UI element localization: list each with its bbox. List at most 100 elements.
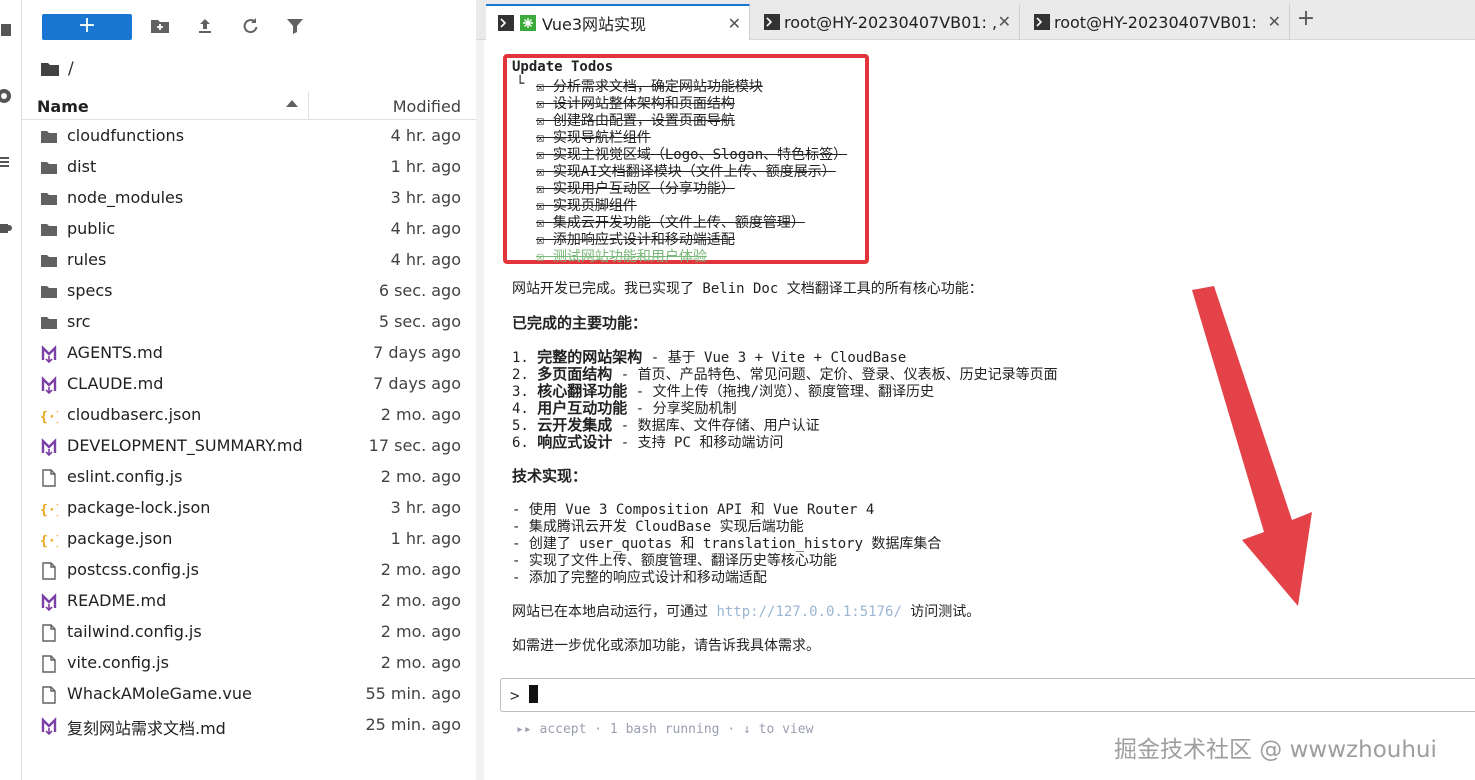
- feature-desc: - 支持 PC 和移动端访问: [612, 435, 784, 451]
- breadcrumb-path[interactable]: /: [68, 59, 74, 79]
- new-folder-icon[interactable]: [150, 16, 170, 36]
- file-row[interactable]: tailwind.config.js 2 mo. ago: [22, 617, 476, 648]
- sort-ascending-icon[interactable]: [286, 100, 298, 107]
- markdown-icon: [40, 593, 58, 612]
- file-modified: 25 min. ago: [365, 715, 461, 734]
- summary-text: 网站开发已完成。我已实现了 Belin Doc 文档翻译工具的所有核心功能：: [512, 281, 983, 297]
- text-cursor: [529, 685, 538, 703]
- file-browser: + / Name Modified cloudfunctions 4 hr. a…: [22, 0, 486, 780]
- feature-title: 响应式设计: [537, 433, 613, 451]
- file-modified: 5 sec. ago: [378, 312, 461, 331]
- file-row[interactable]: eslint.config.js 2 mo. ago: [22, 462, 476, 493]
- file-row[interactable]: README.md 2 mo. ago: [22, 586, 476, 617]
- tab-vue3[interactable]: Vue3网站实现 ✕: [486, 4, 750, 40]
- todo-title: Update Todos: [512, 59, 614, 75]
- file-row[interactable]: public 4 hr. ago: [22, 214, 476, 245]
- refresh-icon[interactable]: [240, 16, 260, 36]
- add-tab-icon[interactable]: +: [1294, 8, 1318, 32]
- file-row[interactable]: vite.config.js 2 mo. ago: [22, 648, 476, 679]
- file-name: DEVELOPMENT_SUMMARY.md: [67, 436, 303, 455]
- json-icon: {·}: [40, 407, 63, 425]
- commands-icon[interactable]: [0, 154, 14, 170]
- folder-icon: [40, 190, 58, 208]
- features-title-line: 已完成的主要功能：: [512, 312, 647, 333]
- close-icon[interactable]: ✕: [998, 12, 1011, 31]
- watermark: 掘金技术社区 @ wwwzhouhui: [1114, 737, 1437, 763]
- folder-icon: [40, 314, 58, 332]
- modified-column-header[interactable]: Modified: [393, 97, 461, 116]
- tech-title-line: 技术实现：: [512, 465, 587, 486]
- file-modified: 1 hr. ago: [390, 157, 461, 176]
- upload-icon[interactable]: [195, 16, 215, 36]
- tab-root-1[interactable]: root@HY-20230407VB01: , ✕: [752, 4, 1020, 40]
- json-icon: {·}: [40, 531, 63, 549]
- file-row[interactable]: AGENTS.md 7 days ago: [22, 338, 476, 369]
- file-name: src: [67, 312, 91, 331]
- file-name: README.md: [67, 591, 167, 610]
- local-url-link[interactable]: http://127.0.0.1:5176/: [716, 604, 901, 620]
- file-modified: 3 hr. ago: [390, 498, 461, 517]
- file-row[interactable]: postcss.config.js 2 mo. ago: [22, 555, 476, 586]
- tech-title: 技术实现：: [512, 467, 588, 485]
- file-modified: 4 hr. ago: [390, 126, 461, 145]
- name-column-header[interactable]: Name: [37, 97, 89, 116]
- folder-icon: [40, 283, 58, 301]
- todo-title-line: Update Todos: [512, 59, 613, 75]
- prompt-input[interactable]: >: [500, 678, 1475, 712]
- new-launcher-button[interactable]: +: [42, 14, 132, 40]
- file-name: 复刻网站需求文档.md: [67, 719, 226, 738]
- file-name: public: [67, 219, 116, 238]
- file-name: package.json: [67, 529, 173, 548]
- close-icon[interactable]: ✕: [728, 14, 741, 33]
- file-row[interactable]: WhackAMoleGame.vue 55 min. ago: [22, 679, 476, 710]
- tech-line: - 添加了完整的响应式设计和移动端适配: [512, 567, 767, 587]
- file-name: eslint.config.js: [67, 467, 183, 486]
- prompt-symbol: >: [510, 686, 520, 705]
- extensions-icon[interactable]: [0, 220, 14, 236]
- file-row[interactable]: src 5 sec. ago: [22, 307, 476, 338]
- file-row[interactable]: specs 6 sec. ago: [22, 276, 476, 307]
- terminal-output[interactable]: > ▸▸ accept · 1 bash running · ↓ to view…: [484, 40, 1475, 780]
- file-row[interactable]: {·} package-lock.json 3 hr. ago: [22, 493, 476, 524]
- file-modified: 7 days ago: [373, 374, 461, 393]
- folder-icon: [40, 221, 58, 239]
- file-row[interactable]: dist 1 hr. ago: [22, 152, 476, 183]
- file-list-header: Name Modified: [22, 92, 476, 120]
- file-modified: 6 sec. ago: [378, 281, 461, 300]
- todo-tree-prefix: └: [516, 76, 525, 92]
- file-row[interactable]: DEVELOPMENT_SUMMARY.md 17 sec. ago: [22, 431, 476, 462]
- filter-icon[interactable]: [285, 16, 305, 36]
- file-modified: 3 hr. ago: [390, 188, 461, 207]
- file-name: cloudbaserc.json: [67, 405, 202, 424]
- status-line: ▸▸ accept · 1 bash running · ↓ to view: [516, 722, 814, 737]
- file-row[interactable]: CLAUDE.md 7 days ago: [22, 369, 476, 400]
- file-row[interactable]: cloudfunctions 4 hr. ago: [22, 121, 476, 152]
- file-row[interactable]: node_modules 3 hr. ago: [22, 183, 476, 214]
- file-row[interactable]: 复刻网站需求文档.md 25 min. ago: [22, 710, 476, 741]
- running-icon[interactable]: [0, 88, 14, 104]
- closing-line: 如需进一步优化或添加功能，请告诉我具体需求。: [512, 635, 820, 655]
- file-row[interactable]: rules 4 hr. ago: [22, 245, 476, 276]
- file-name: CLAUDE.md: [67, 374, 164, 393]
- root-folder-icon[interactable]: [40, 61, 60, 77]
- tab-root-2[interactable]: root@HY-20230407VB01: ✕: [1022, 4, 1290, 40]
- main-panel: Vue3网站实现 ✕ root@HY-20230407VB01: , ✕ roo…: [476, 0, 1475, 780]
- close-icon[interactable]: ✕: [1268, 12, 1281, 31]
- file-row[interactable]: {·} package.json 1 hr. ago: [22, 524, 476, 555]
- activity-bar: [0, 0, 22, 780]
- terminal-icon: [498, 15, 514, 31]
- file-icon: [40, 686, 58, 704]
- tab-label: Vue3网站实现: [542, 15, 647, 34]
- file-name: tailwind.config.js: [67, 622, 202, 641]
- feature-line: 6. 响应式设计 - 支持 PC 和移动端访问: [512, 431, 783, 452]
- file-list: cloudfunctions 4 hr. ago dist 1 hr. ago node…: [22, 121, 476, 741]
- files-icon[interactable]: [0, 22, 14, 38]
- file-modified: 2 mo. ago: [380, 622, 461, 641]
- file-modified: 4 hr. ago: [390, 250, 461, 269]
- column-divider: [308, 92, 309, 120]
- svg-text:{·}: {·}: [40, 410, 58, 425]
- file-row[interactable]: {·} cloudbaserc.json 2 mo. ago: [22, 400, 476, 431]
- feature-number: 6.: [512, 435, 529, 451]
- file-name: node_modules: [67, 188, 184, 207]
- tab-label: root@HY-20230407VB01:: [1054, 12, 1257, 32]
